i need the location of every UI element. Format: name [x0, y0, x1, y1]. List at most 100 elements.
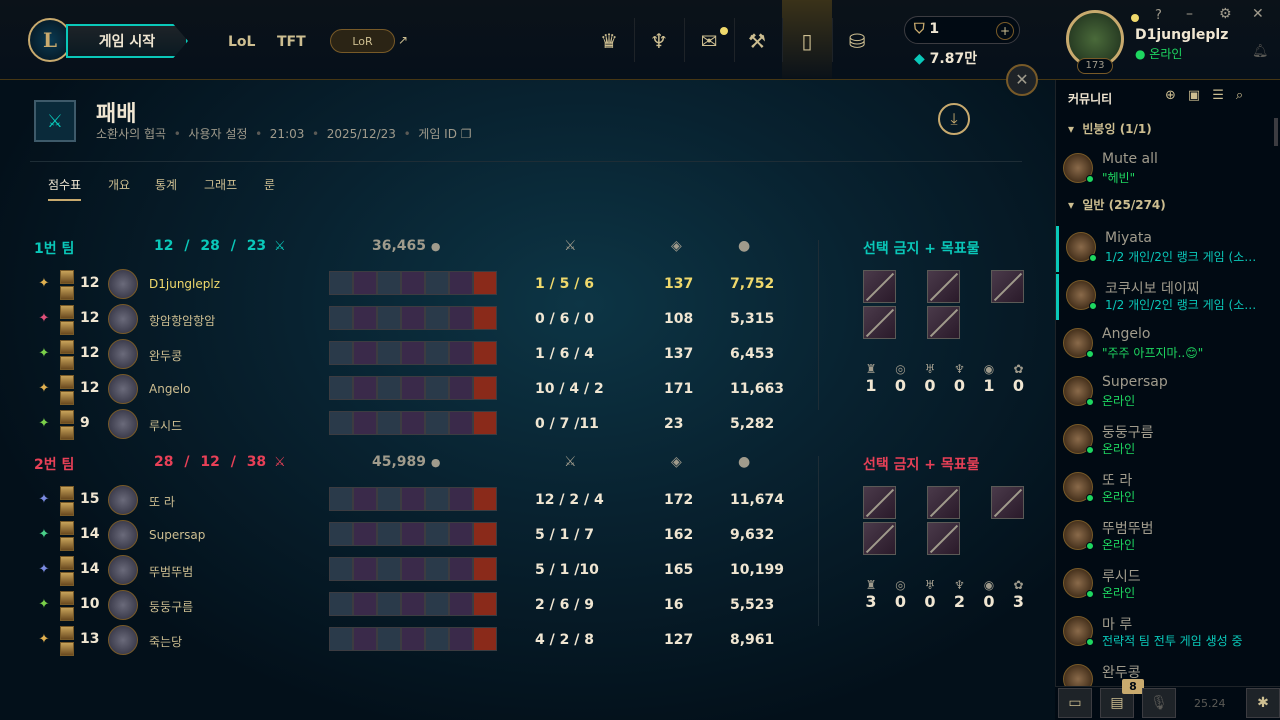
download-replay-button[interactable]: ⤓ — [938, 103, 970, 135]
tab-stats[interactable]: 통계 — [155, 176, 177, 193]
champion-icon[interactable] — [108, 374, 138, 404]
player-row[interactable]: ✦ 10 둥둥구름 2 / 6 / 9 16 5,523 — [30, 588, 810, 622]
tab-scoreboard[interactable]: 점수표 — [48, 176, 82, 201]
nav-tft[interactable]: TFT — [277, 34, 306, 50]
be-amount: 7.87만 — [929, 51, 978, 67]
profile-status[interactable]: ● 온라인 — [1135, 45, 1182, 62]
friend-group-header[interactable]: ▾ 일반 (25/274) — [1068, 196, 1166, 213]
spell-icon — [60, 321, 74, 335]
tower-icon: ♜ — [865, 362, 877, 376]
league-logo-icon[interactable]: L — [28, 18, 72, 62]
copy-icon[interactable]: ❐ — [461, 127, 472, 141]
collection-icon[interactable]: ▯ — [792, 26, 822, 56]
chat-icon[interactable]: ▭ — [1058, 688, 1092, 718]
champion-icon[interactable] — [108, 555, 138, 585]
play-button[interactable]: 게임 시작 — [66, 24, 188, 58]
friend-group-header[interactable]: ▾ 빈붕잉 (1/1) — [1068, 120, 1152, 137]
player-row[interactable]: ✦ 9 루시드 0 / 7 /11 23 5,282 — [30, 407, 810, 441]
summoner-spells — [60, 410, 74, 442]
nav-lor-button[interactable]: LoR — [330, 29, 395, 53]
player-name[interactable]: D1jungleplz — [149, 277, 220, 291]
friend-item[interactable]: 또 라 온라인 — [1056, 466, 1270, 512]
friend-item[interactable]: Angelo "주주 아프지마..😊" — [1056, 322, 1270, 368]
champion-icon[interactable] — [108, 339, 138, 369]
microphone-icon[interactable]: 🎙︎ — [1142, 688, 1176, 718]
profile-name[interactable]: D1jungleplz — [1135, 27, 1228, 43]
help-icon[interactable]: ? — [1155, 8, 1162, 23]
player-row[interactable]: ✦ 13 죽는당 4 / 2 / 8 127 8,961 — [30, 623, 810, 657]
friend-item[interactable]: 코쿠시보 데이찌 1/2 개인/2인 랭크 게임 (소… — [1056, 274, 1270, 320]
friend-item[interactable]: 뚜범뚜범 온라인 — [1056, 514, 1270, 560]
clash-icon[interactable]: ♆ — [644, 26, 674, 56]
notifications-bell-icon[interactable]: 🔔︎ — [1252, 44, 1269, 59]
settings-gear-icon[interactable]: ⚙ — [1219, 6, 1232, 22]
divider — [684, 18, 685, 62]
nav-lol[interactable]: LoL — [228, 34, 255, 50]
player-name[interactable]: 죽는당 — [149, 633, 182, 650]
champion-icon[interactable] — [108, 485, 138, 515]
tab-graphs[interactable]: 그래프 — [204, 176, 237, 193]
player-row[interactable]: ✦ 12 Angelo 10 / 4 / 2 171 11,663 — [30, 372, 810, 406]
player-row[interactable]: ✦ 14 Supersap 5 / 1 / 7 162 9,632 — [30, 518, 810, 552]
item-slot — [401, 341, 425, 365]
champion-icon[interactable] — [108, 269, 138, 299]
tab-overview[interactable]: 개요 — [108, 176, 130, 193]
player-row[interactable]: ✦ 12 완두콩 1 / 6 / 4 137 6,453 — [30, 337, 810, 371]
champion-icon[interactable] — [108, 625, 138, 655]
objective-counter: ♆ 2 — [945, 578, 975, 611]
add-rp-button[interactable]: + — [996, 22, 1014, 40]
add-friend-icon[interactable]: ⊕ — [1165, 88, 1188, 103]
player-name[interactable]: 완두콩 — [149, 347, 182, 364]
status-dot — [1086, 638, 1094, 646]
objective-count: 3 — [865, 592, 877, 611]
item-slot — [473, 306, 497, 330]
champion-icon[interactable] — [108, 409, 138, 439]
friend-item[interactable]: 마 루 전략적 팀 전투 게임 생성 중 — [1056, 610, 1270, 656]
search-icon[interactable]: ⌕ — [1236, 88, 1255, 103]
item-slot — [449, 487, 473, 511]
scrollbar[interactable] — [1274, 118, 1278, 146]
champion-icon[interactable] — [108, 590, 138, 620]
team2-bans-label: 선택 금지 + 목표물 — [863, 457, 980, 473]
friend-item[interactable]: Miyata 1/2 개인/2인 랭크 게임 (소… — [1056, 226, 1270, 272]
player-name[interactable]: 또 라 — [149, 493, 175, 510]
player-row[interactable]: ✦ 12 항암항암항암 0 / 6 / 0 108 5,315 — [30, 302, 810, 336]
champion-icon[interactable] — [108, 520, 138, 550]
item-slot — [425, 522, 449, 546]
friend-item[interactable]: Mute all "헤빈" — [1056, 147, 1270, 193]
item-slot — [401, 376, 425, 400]
player-row[interactable]: ✦ 14 뚜범뚜범 5 / 1 /10 165 10,199 — [30, 553, 810, 587]
player-row[interactable]: ✦ 12 D1jungleplz 1 / 5 / 6 137 7,752 — [30, 267, 810, 301]
player-name[interactable]: 항암항암항암 — [149, 312, 215, 329]
player-name[interactable]: 둥둥구름 — [149, 598, 193, 615]
champion-icon[interactable] — [108, 304, 138, 334]
friend-item[interactable]: Supersap 온라인 — [1056, 370, 1270, 416]
close-match-button[interactable]: ✕ — [1006, 64, 1038, 96]
player-name[interactable]: 뚜범뚜범 — [149, 563, 193, 580]
game-id-label[interactable]: 게임 ID — [418, 127, 457, 141]
store-icon[interactable]: ⛁ — [842, 26, 872, 56]
spell-icon — [60, 486, 74, 500]
item-slot — [425, 557, 449, 581]
player-name[interactable]: Angelo — [149, 382, 191, 396]
match-duration: 21:03 — [269, 127, 305, 141]
list-view-icon[interactable]: ☰ — [1212, 88, 1236, 103]
minimize-icon[interactable]: – — [1186, 6, 1193, 22]
close-client-icon[interactable]: ✕ — [1252, 6, 1264, 22]
friend-item[interactable]: 루시드 온라인 — [1056, 562, 1270, 608]
player-name[interactable]: 루시드 — [149, 417, 182, 434]
role-icon: ✦ — [38, 562, 50, 577]
player-row[interactable]: ✦ 15 또 라 12 / 2 / 4 172 11,674 — [30, 483, 810, 517]
crafting-icon[interactable]: ⚒ — [742, 26, 772, 56]
trophy-icon[interactable]: ♛ — [594, 26, 624, 56]
spell-icon — [60, 607, 74, 621]
tab-runes[interactable]: 룬 — [264, 176, 275, 193]
team1-bans-label: 선택 금지 + 목표물 — [863, 241, 980, 257]
item-slot — [473, 557, 497, 581]
add-folder-icon[interactable]: ▣ — [1188, 88, 1212, 103]
separator: • — [173, 127, 181, 141]
friend-item[interactable]: 둥둥구름 온라인 — [1056, 418, 1270, 464]
bug-report-icon[interactable]: ✱ — [1246, 688, 1280, 718]
player-name[interactable]: Supersap — [149, 528, 205, 542]
champion-level: 12 — [80, 380, 100, 396]
